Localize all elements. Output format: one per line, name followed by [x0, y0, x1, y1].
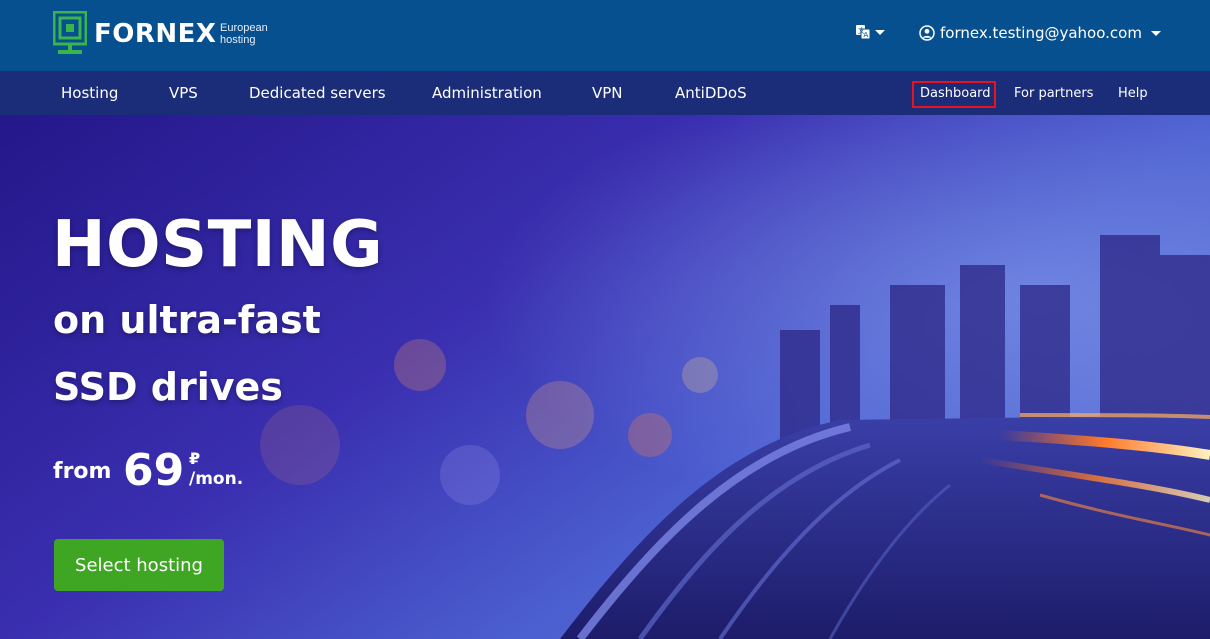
- main-nav: Hosting VPS Dedicated servers Administra…: [0, 71, 1210, 115]
- price-period: /mon.: [189, 469, 244, 489]
- logo-text: FORNEX: [94, 18, 217, 49]
- tagline-line-2: hosting: [220, 34, 256, 46]
- nav-item-antiddos[interactable]: AntiDDoS: [675, 71, 747, 115]
- top-bar: FORNEX European hosting 文 A fornex.testi…: [0, 0, 1210, 71]
- user-icon: [919, 25, 935, 41]
- hero-title: HOSTING: [52, 208, 384, 282]
- chevron-down-icon: [875, 29, 885, 35]
- nav-item-administration[interactable]: Administration: [432, 71, 542, 115]
- hero-subtitle-line-2: SSD drives: [53, 365, 283, 409]
- fornex-logo-icon: [53, 11, 87, 54]
- nav-item-dedicated-servers[interactable]: Dedicated servers: [249, 71, 386, 115]
- hero-banner: HOSTING on ultra-fast SSD drives from 69…: [0, 115, 1210, 639]
- hero-subtitle-line-1: on ultra-fast: [53, 298, 321, 342]
- logo[interactable]: FORNEX: [53, 11, 216, 56]
- language-switcher[interactable]: 文 A: [855, 24, 885, 40]
- price-value: 69: [123, 445, 185, 496]
- account-email: fornex.testing@yahoo.com: [940, 24, 1142, 42]
- nav-item-help[interactable]: Help: [1118, 71, 1148, 115]
- price-currency: ₽: [189, 449, 201, 468]
- price-from-label: from: [53, 459, 112, 484]
- nav-item-vps[interactable]: VPS: [169, 71, 198, 115]
- nav-item-hosting[interactable]: Hosting: [61, 71, 118, 115]
- select-hosting-button[interactable]: Select hosting: [54, 539, 224, 591]
- account-menu[interactable]: fornex.testing@yahoo.com: [919, 24, 1161, 42]
- translate-icon: 文 A: [856, 25, 871, 40]
- nav-item-dashboard[interactable]: Dashboard: [920, 71, 991, 115]
- nav-item-for-partners[interactable]: For partners: [1014, 71, 1093, 115]
- nav-item-vpn[interactable]: VPN: [592, 71, 623, 115]
- logo-tagline: European hosting: [220, 22, 268, 46]
- svg-text:A: A: [864, 31, 869, 39]
- tagline-line-1: European: [220, 22, 268, 34]
- chevron-down-icon: [1150, 30, 1161, 36]
